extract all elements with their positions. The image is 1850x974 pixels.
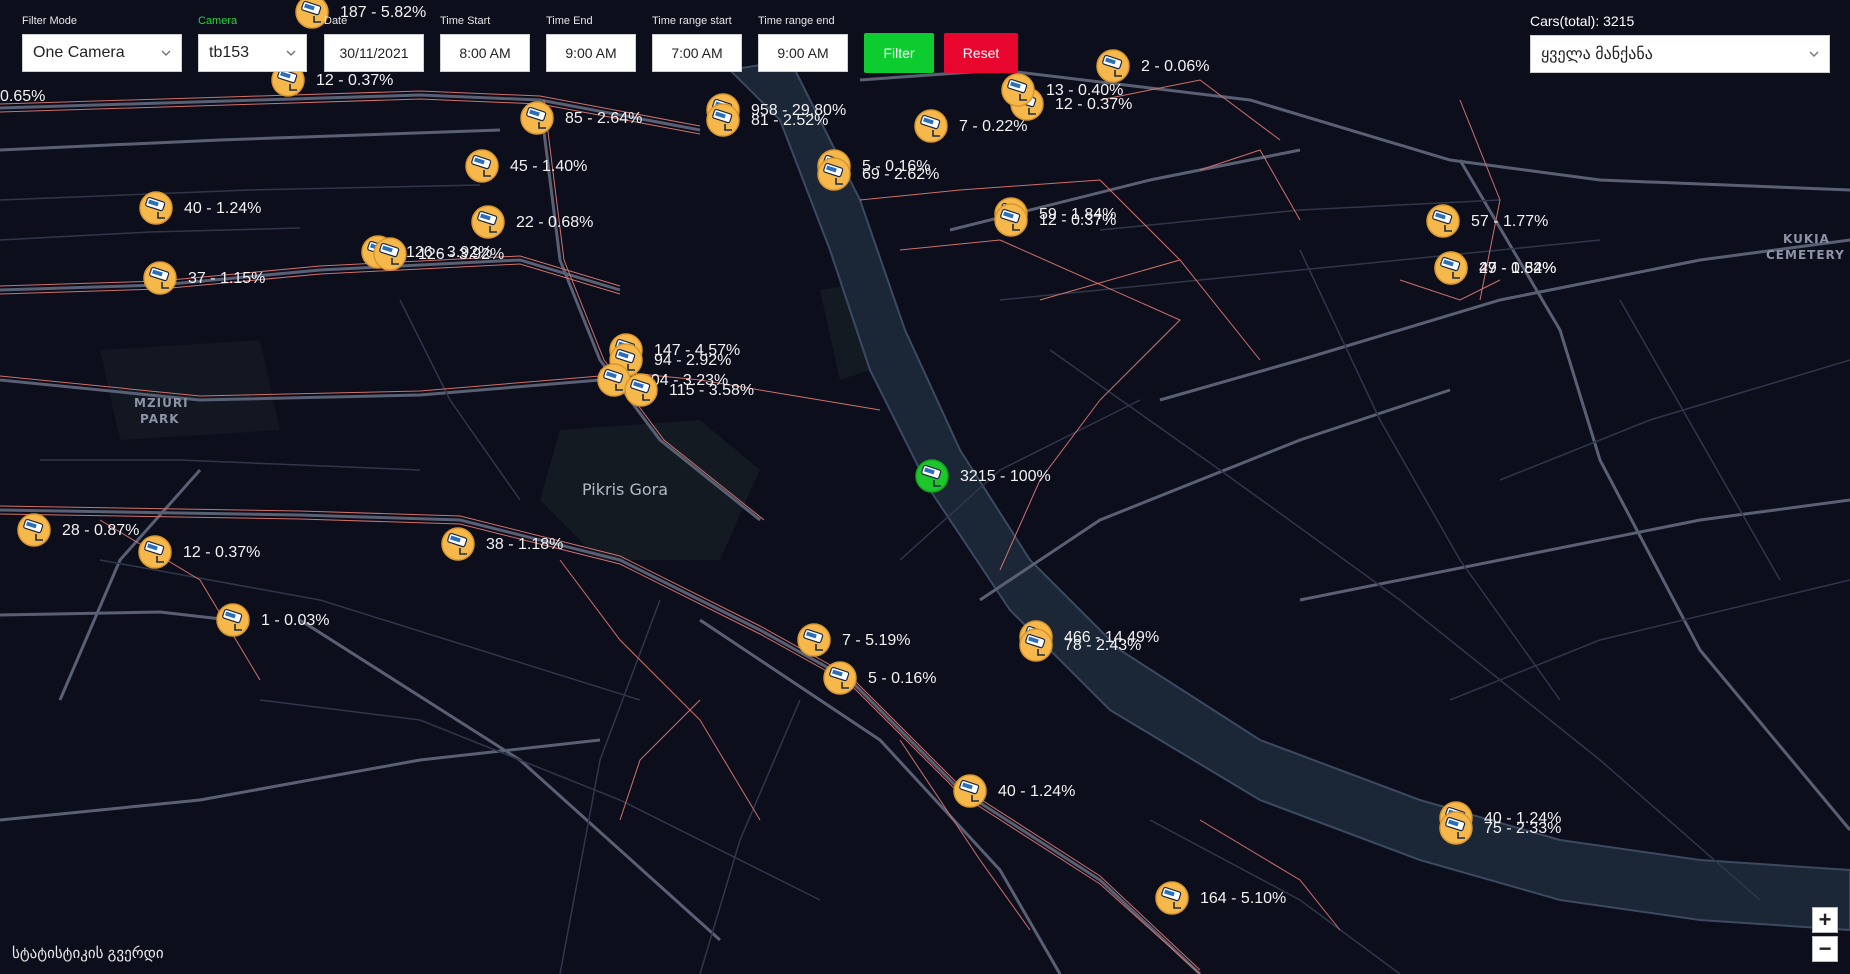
camera-marker-label: 5 - 0.16% <box>868 670 936 687</box>
chevron-down-icon <box>1809 51 1819 58</box>
place-label-kukia: KUKIA <box>1783 232 1830 246</box>
time-end-input[interactable]: 9:00 AM <box>546 34 636 72</box>
time-start-label: Time Start <box>440 15 491 27</box>
filter-mode-select[interactable]: One Camera <box>22 34 182 72</box>
camera-marker-label: 13 - 0.40% <box>1046 82 1123 99</box>
time-range-start-label: Time range start <box>652 15 732 27</box>
camera-marker-label: 12 - 0.37% <box>316 72 393 89</box>
camera-marker-label: 78 - 2.43% <box>1064 637 1141 654</box>
camera-marker-label: 0.65% <box>0 88 45 105</box>
camera-value: tb153 <box>209 44 250 61</box>
camera-marker-label: 1 - 0.03% <box>261 612 329 629</box>
camera-marker-label: 45 - 1.40% <box>510 158 587 175</box>
date-input[interactable]: 30/11/2021 <box>324 34 424 72</box>
camera-marker-label: 38 - 1.18% <box>486 536 563 553</box>
zoom-in-button[interactable]: + <box>1812 907 1838 933</box>
place-label-mziuri: MZIURI <box>134 396 189 410</box>
camera-label: Camera <box>198 15 238 27</box>
filter-mode-label: Filter Mode <box>22 15 78 27</box>
camera-marker-label: 164 - 5.10% <box>1200 890 1286 907</box>
camera-marker-label: 22 - 0.68% <box>516 214 593 231</box>
camera-marker-label: 81 - 2.52% <box>751 112 828 129</box>
camera-marker-label: 40 - 1.24% <box>184 200 261 217</box>
place-label-pikris-gora: Pikris Gora <box>582 480 668 499</box>
camera-marker-label: 57 - 1.77% <box>1471 213 1548 230</box>
reset-button[interactable]: Reset <box>944 33 1018 73</box>
camera-marker-label: 28 - 0.87% <box>62 522 139 539</box>
camera-marker-label: 7 - 5.19% <box>842 632 910 649</box>
map-canvas[interactable]: Pikris Gora MZIURI PARK KUKIA CEMETERY 3… <box>0 0 1850 974</box>
camera-marker[interactable]: 0.65% <box>0 88 45 105</box>
time-range-end-label: Time range end <box>758 15 835 27</box>
cars-select[interactable]: ყველა მანქანა <box>1530 35 1830 73</box>
camera-marker-label: 94 - 2.92% <box>654 352 731 369</box>
cars-select-value: ყველა მანქანა <box>1541 46 1653 63</box>
time-end-label: Time End <box>546 15 593 27</box>
camera-marker-label: 115 - 3.58% <box>669 382 754 399</box>
time-range-end-input[interactable]: 9:00 AM <box>758 34 848 72</box>
camera-marker-label: 187 - 5.82% <box>340 4 426 21</box>
statistics-page-link[interactable]: სტატისტიკის გვერდი <box>12 944 164 962</box>
filter-button[interactable]: Filter <box>864 33 934 73</box>
place-label-cemetery: CEMETERY <box>1766 248 1845 262</box>
cars-total-label: Cars(total): 3215 <box>1530 13 1635 29</box>
camera-marker-label: 69 - 2.62% <box>862 166 939 183</box>
zoom-out-button[interactable]: − <box>1812 936 1838 962</box>
chevron-down-icon <box>286 50 296 57</box>
camera-marker-label: 7 - 0.22% <box>959 118 1027 135</box>
camera-marker-label: 2 - 0.06% <box>1141 58 1209 75</box>
camera-marker-label: 75 - 2.33% <box>1484 820 1561 837</box>
camera-marker-label: 37 - 1.15% <box>188 270 265 287</box>
place-label-park: PARK <box>140 412 180 426</box>
camera-marker-label: 40 - 1.24% <box>998 783 1075 800</box>
time-start-input[interactable]: 8:00 AM <box>440 34 530 72</box>
date-label: Date <box>324 15 348 27</box>
camera-marker-label: 49 - 1.52% <box>1479 260 1556 277</box>
camera-marker-label: 126 - 3.92% <box>418 246 504 263</box>
camera-marker-label: 85 - 2.64% <box>565 110 642 127</box>
camera-marker-label: 12 - 0.37% <box>183 544 260 561</box>
time-range-start-input[interactable]: 7:00 AM <box>652 34 742 72</box>
camera-select[interactable]: tb153 <box>198 34 307 72</box>
camera-marker-label: 3215 - 100% <box>960 468 1051 485</box>
filter-mode-value: One Camera <box>33 44 125 61</box>
camera-marker-label: 12 - 0.37% <box>1039 212 1116 229</box>
chevron-down-icon <box>161 50 171 57</box>
